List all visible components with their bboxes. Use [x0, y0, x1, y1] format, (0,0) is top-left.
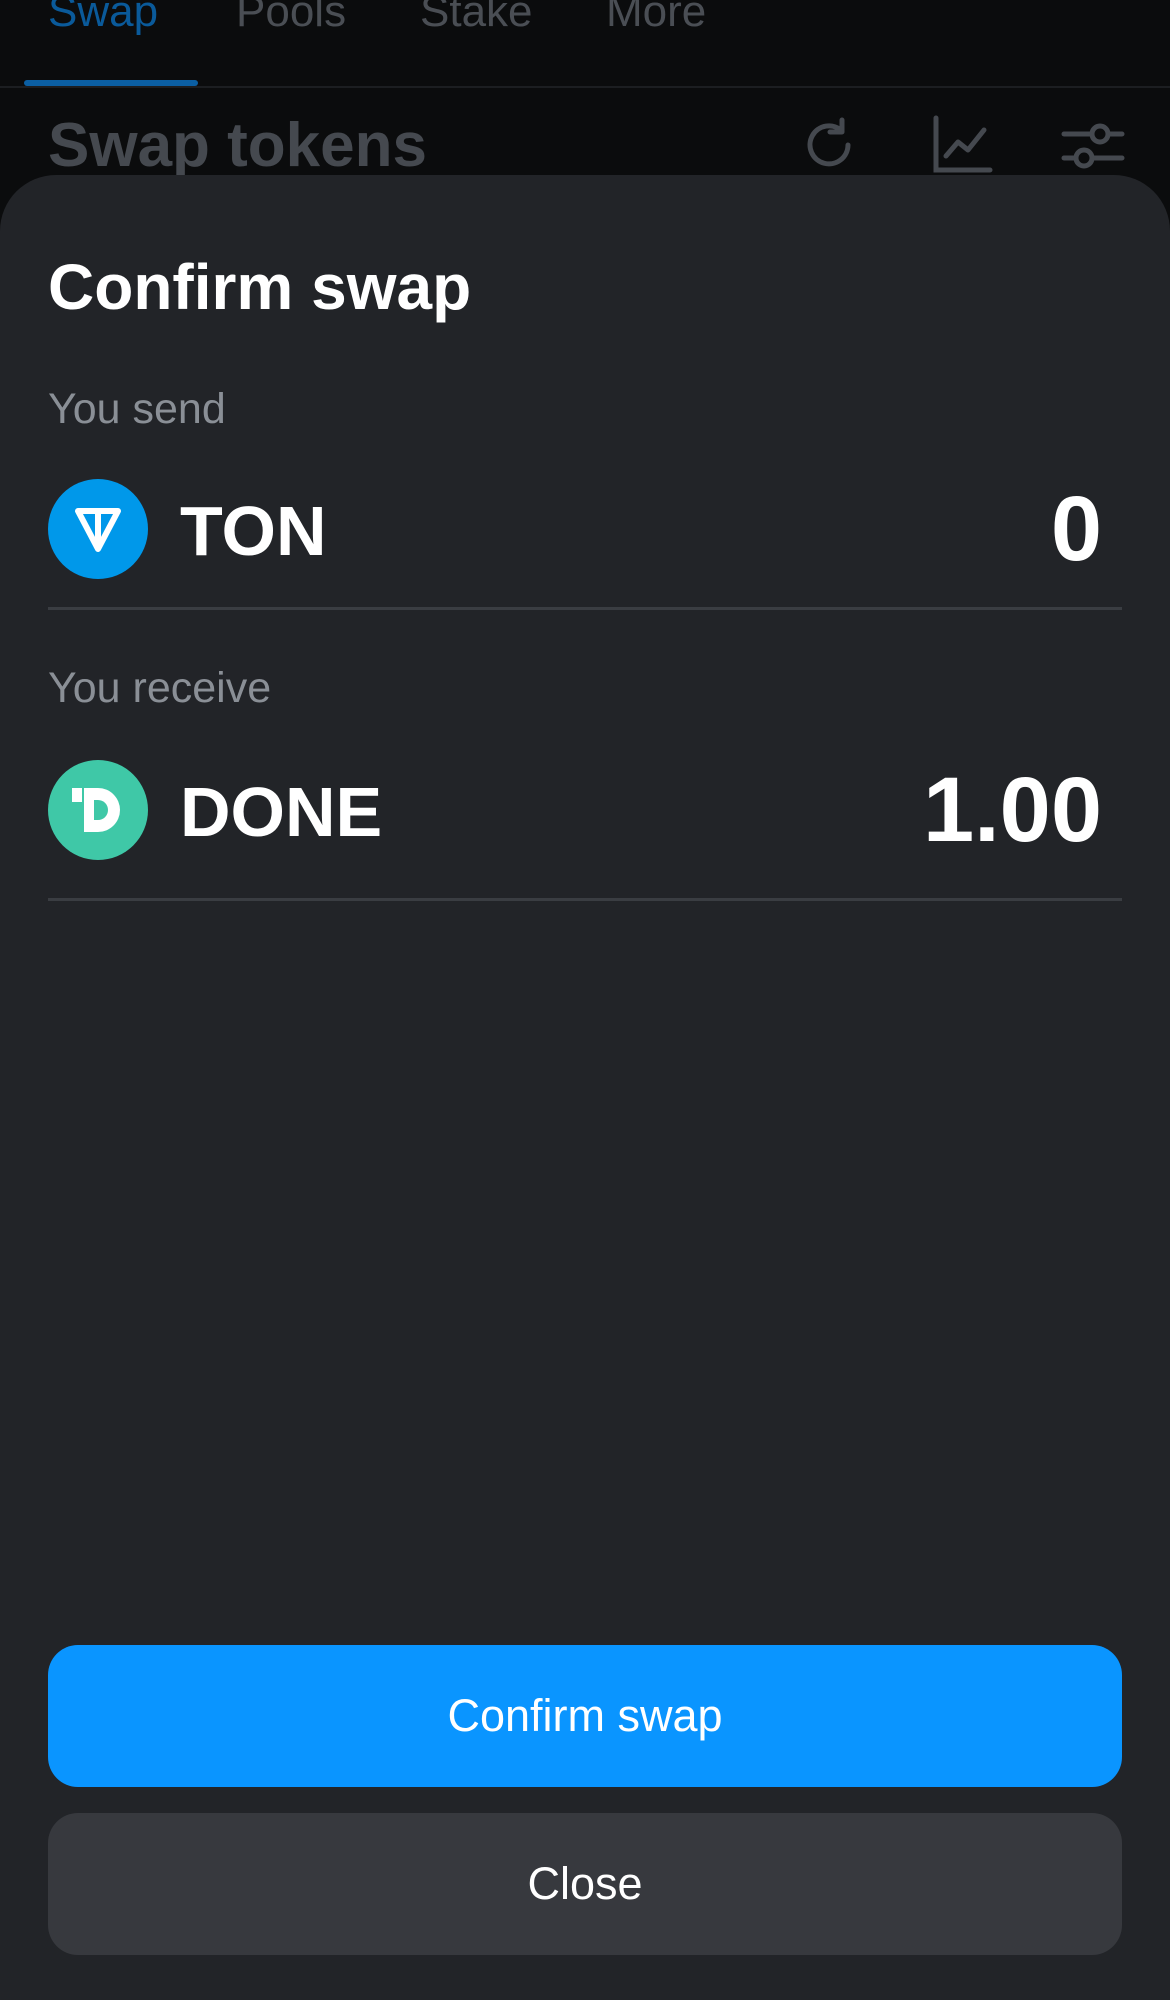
send-divider [48, 607, 1122, 610]
top-tab-bar: Swap Pools Stake More [0, 0, 1170, 88]
chart-icon[interactable] [930, 112, 996, 178]
ton-logo-icon [48, 479, 148, 579]
send-token-row: TON 0 [48, 479, 1122, 579]
app-root: Swap Pools Stake More Swap tokens Confir… [0, 0, 1170, 2000]
active-tab-indicator [24, 80, 198, 86]
tab-pools[interactable]: Pools [236, 0, 346, 42]
page-title: Swap tokens [48, 111, 427, 180]
confirm-swap-sheet: Confirm swap You send TON 0 You receive [0, 175, 1170, 2000]
close-button[interactable]: Close [48, 1813, 1122, 1955]
settings-sliders-icon[interactable] [1060, 112, 1126, 178]
refresh-icon[interactable] [796, 112, 862, 178]
receive-label: You receive [48, 664, 272, 712]
done-logo-icon [48, 760, 148, 860]
tab-more[interactable]: More [606, 0, 706, 42]
tab-swap[interactable]: Swap [48, 0, 158, 42]
confirm-swap-button[interactable]: Confirm swap [48, 1645, 1122, 1787]
send-label: You send [48, 385, 226, 433]
send-token-symbol: TON [180, 492, 327, 570]
receive-token-symbol: DONE [180, 773, 383, 851]
send-amount: 0 [1050, 478, 1102, 580]
sheet-title: Confirm swap [48, 251, 472, 323]
tab-stake[interactable]: Stake [420, 0, 533, 42]
receive-amount: 1.00 [922, 759, 1102, 861]
receive-divider [48, 898, 1122, 901]
receive-token-row: DONE 1.00 [48, 760, 1122, 860]
